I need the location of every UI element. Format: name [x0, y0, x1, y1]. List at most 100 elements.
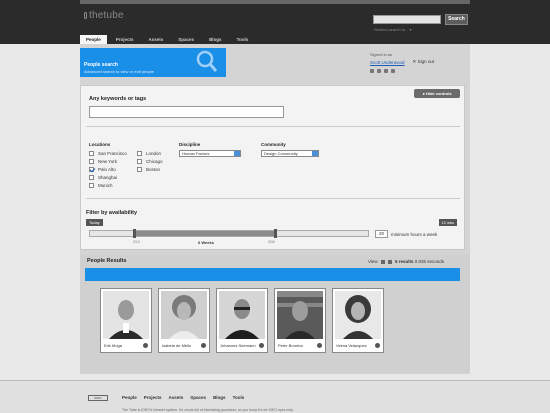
location-checkbox[interactable]: New York — [89, 159, 117, 164]
info-icon[interactable] — [259, 343, 264, 348]
start-tick: 2/10 — [133, 240, 140, 244]
footer-link-people[interactable]: People — [122, 395, 137, 400]
hours-input[interactable]: 20 — [375, 230, 388, 238]
hide-controls-label: Hide controls — [425, 91, 452, 96]
chevron-down-icon — [312, 151, 318, 156]
today-tag: Today — [86, 219, 103, 226]
location-label: Boston — [146, 167, 161, 172]
tab-people[interactable]: People — [80, 35, 107, 44]
location-checkbox[interactable]: Boston — [137, 167, 160, 172]
discipline-select[interactable]: Human Factors — [179, 150, 241, 157]
banner-title: People search — [84, 62, 118, 68]
grid-view-icon[interactable] — [380, 259, 385, 264]
person-photo — [277, 291, 323, 339]
discipline-value: Human Factors — [182, 151, 210, 156]
user-link[interactable]: Scott Underwood — [370, 60, 405, 65]
locations-label: Locations — [89, 142, 111, 147]
info-icon[interactable] — [201, 343, 206, 348]
checkbox-icon — [89, 151, 94, 156]
sign-out-link[interactable]: ✕ Sign out — [413, 59, 435, 65]
tab-tools[interactable]: Tools — [231, 35, 255, 44]
person-name: Velma Velazquez — [336, 343, 367, 348]
footer-logo[interactable]: IDEO — [88, 395, 108, 401]
search-input[interactable] — [373, 15, 441, 24]
location-checkbox[interactable]: Shanghai — [89, 175, 117, 180]
discipline-label: Discipline — [179, 142, 201, 147]
person-name: Johannes Seemann — [220, 343, 256, 348]
tab-projects[interactable]: Projects — [110, 35, 140, 44]
checkbox-checked-icon — [89, 167, 94, 172]
checkbox-icon — [89, 159, 94, 164]
results-bar — [85, 268, 460, 281]
tube-logo-icon — [84, 12, 87, 19]
info-icon[interactable] — [375, 343, 380, 348]
tab-assets[interactable]: Assets — [143, 35, 170, 44]
list-view-icon[interactable] — [387, 259, 392, 264]
people-search-banner: People search Advanced search to view or… — [80, 48, 226, 77]
person-photo — [335, 291, 381, 339]
footer-link-blogs[interactable]: Blogs — [213, 395, 226, 400]
magnifier-icon — [196, 50, 218, 72]
person-photo — [103, 291, 149, 339]
availability-slider[interactable] — [89, 229, 369, 238]
checkbox-icon — [137, 167, 142, 172]
checkbox-icon — [89, 183, 94, 188]
restrict-label: Restrict search to... — [374, 27, 409, 32]
search-time: 0.036 seconds — [414, 259, 445, 264]
divider — [86, 198, 460, 199]
location-checkbox[interactable]: Chicago — [137, 159, 163, 164]
sign-out-label: Sign out — [417, 59, 435, 64]
location-checkbox[interactable]: Palo Alto — [89, 167, 116, 172]
view-label: View — [368, 259, 378, 264]
help-icon[interactable] — [391, 69, 395, 73]
keywords-input[interactable] — [89, 106, 284, 118]
location-checkbox[interactable]: San Francisco — [89, 151, 127, 156]
site-logo[interactable]: thetube — [84, 10, 124, 21]
view-toggle: View — [368, 259, 392, 264]
main-nav: People Projects Assets Spaces Blogs Tool… — [80, 35, 257, 44]
results-count: 5 results 0.036 seconds — [395, 259, 444, 264]
hours-label: minimum hours a week — [391, 232, 438, 237]
community-label: Community — [261, 142, 286, 147]
person-photo-image — [161, 291, 207, 339]
profile-icon[interactable] — [370, 69, 374, 73]
restrict-search-dropdown[interactable]: Restrict search to... ▾ — [374, 27, 412, 32]
search-controls-panel: ● Hide controls Any keywords or tags Loc… — [80, 85, 465, 250]
location-label: Palo Alto — [98, 167, 116, 172]
person-card[interactable]: Velma Velazquez — [332, 288, 384, 353]
info-icon[interactable] — [143, 343, 148, 348]
person-photo — [219, 291, 265, 339]
person-card[interactable]: Johannes Seemann — [216, 288, 268, 353]
mid-tick: 6 Weeks — [198, 240, 214, 245]
settings-icon[interactable] — [384, 69, 388, 73]
person-photo-image — [335, 291, 381, 339]
count-value: 5 results — [395, 259, 414, 264]
slider-end-handle[interactable] — [274, 229, 278, 238]
person-card[interactable]: Isabela de Mello — [158, 288, 210, 353]
end-tick: 3/30 — [268, 240, 275, 244]
location-checkbox[interactable]: London — [137, 151, 161, 156]
community-select[interactable]: Design Community — [261, 150, 319, 157]
person-card[interactable]: Erik Moga — [100, 288, 152, 353]
tab-spaces[interactable]: Spaces — [172, 35, 200, 44]
location-label: Munich — [98, 183, 113, 188]
checkbox-icon — [89, 175, 94, 180]
info-icon[interactable] — [317, 343, 322, 348]
search-button[interactable]: Search — [445, 14, 468, 25]
tab-blogs[interactable]: Blogs — [203, 35, 228, 44]
footer-link-spaces[interactable]: Spaces — [190, 395, 206, 400]
checkbox-icon — [137, 159, 142, 164]
footer-link-projects[interactable]: Projects — [144, 395, 162, 400]
mail-icon[interactable] — [377, 69, 381, 73]
slider-start-handle[interactable] — [133, 229, 137, 238]
account-box: Signed in as Scott Underwood ✕ Sign out — [370, 52, 465, 73]
footer-link-tools[interactable]: Tools — [233, 395, 245, 400]
footer-link-assets[interactable]: Assets — [169, 395, 184, 400]
person-card[interactable]: Peter Bromba — [274, 288, 326, 353]
location-checkbox[interactable]: Munich — [89, 183, 113, 188]
divider — [86, 126, 460, 127]
footer-nav: People Projects Assets Spaces Blogs Tool… — [122, 395, 251, 400]
availability-label: Filter by availability — [86, 210, 138, 216]
hide-controls-button[interactable]: ● Hide controls — [414, 89, 460, 98]
location-label: San Francisco — [98, 151, 127, 156]
